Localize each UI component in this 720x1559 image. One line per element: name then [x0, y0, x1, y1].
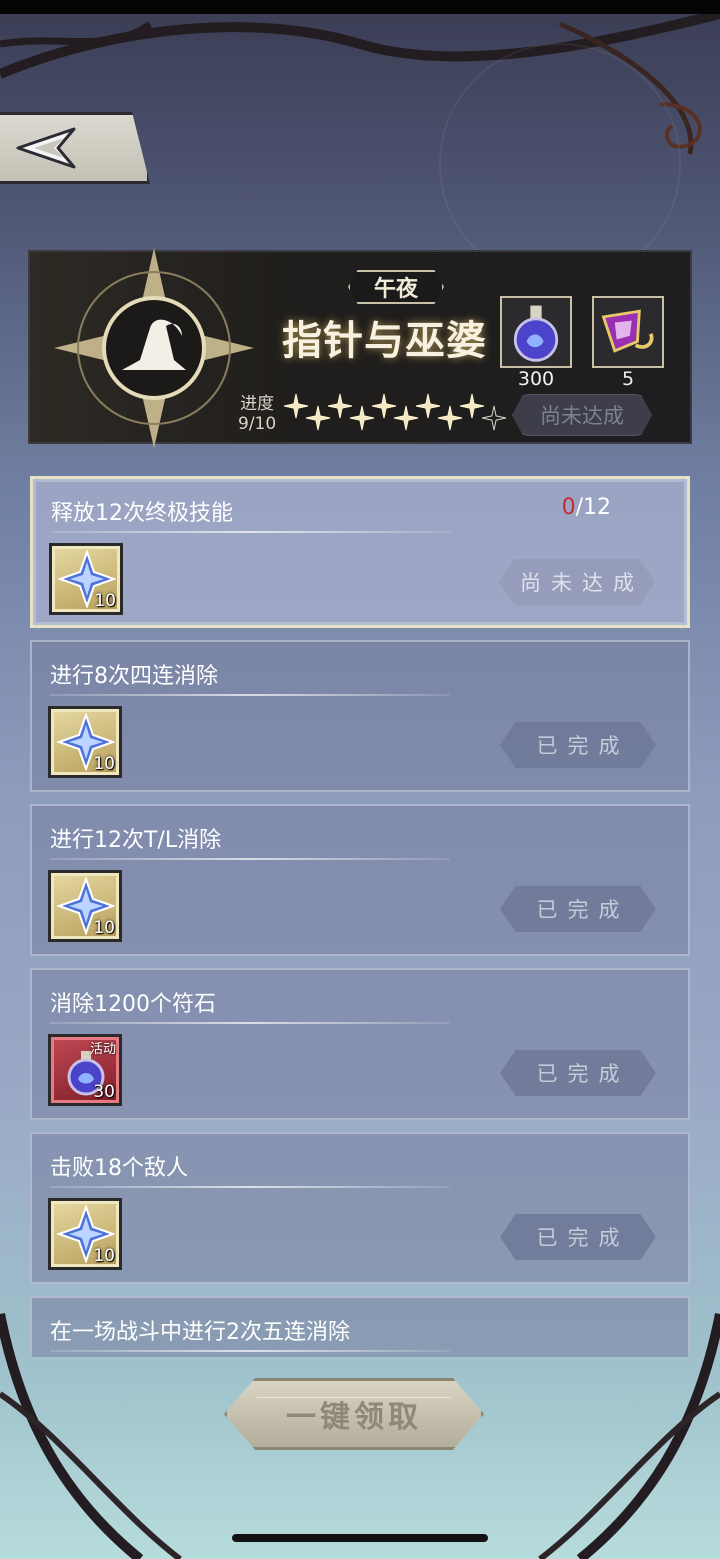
back-button[interactable] [0, 112, 150, 184]
event-banner: 午夜 指针与巫婆 300 5 进度 9/10 尚未达成 [28, 248, 692, 448]
quest-item: 释放12次终极技能 0/12 10 尚未达成 [30, 476, 690, 628]
reward-quantity: 30 [93, 1082, 115, 1102]
banner-reward-scroll[interactable] [592, 296, 664, 368]
star-filled-icon [437, 405, 463, 431]
quest-reward-item[interactable]: 10 [48, 1198, 122, 1270]
quest-status-button[interactable]: 已完成 [500, 1050, 656, 1096]
banner-reward-potion-count: 300 [517, 368, 555, 390]
quest-progress: 0/12 [562, 495, 611, 520]
claim-all-label: 一键领取 [286, 1400, 422, 1435]
star-filled-icon [349, 405, 375, 431]
button-ornament [257, 1397, 451, 1398]
quest-item: 进行8次四连消除 10 已完成 [30, 640, 690, 792]
quest-reward-item[interactable]: 10 [48, 706, 122, 778]
divider [50, 694, 450, 696]
quest-title: 击败18个敌人 [50, 1156, 188, 1181]
quest-status-button[interactable]: 已完成 [500, 886, 656, 932]
quest-list[interactable]: 释放12次终极技能 0/12 10 尚未达成 进行8次四连消除 10 已完成 进… [30, 472, 690, 1357]
quest-progress-total: /12 [575, 495, 611, 520]
quest-title: 消除1200个符石 [50, 992, 216, 1017]
quest-reward-item[interactable]: 10 [48, 870, 122, 942]
star-filled-icon [283, 393, 309, 419]
banner-subtitle: 午夜 [348, 270, 444, 304]
star-filled-icon [327, 393, 353, 419]
quest-progress-current: 0 [561, 495, 576, 520]
progress-label: 进度 9/10 [238, 394, 276, 434]
quest-item: 在一场战斗中进行2次五连消除 [30, 1296, 690, 1357]
divider [50, 1186, 450, 1188]
blue-potion-icon [513, 305, 559, 362]
purple-scroll-icon [601, 309, 654, 353]
quest-title: 进行12次T/L消除 [50, 828, 222, 853]
quest-item: 击败18个敌人 10 已完成 [30, 1132, 690, 1284]
quest-status-button[interactable]: 已完成 [500, 722, 656, 768]
star-filled-icon [459, 393, 485, 419]
banner-reward-scroll-count: 5 [621, 368, 635, 390]
home-indicator[interactable] [232, 1534, 488, 1542]
quest-title: 释放12次终极技能 [51, 501, 233, 526]
quest-status-button[interactable]: 尚未达成 [499, 559, 655, 605]
reward-tag: 活动 [89, 1042, 116, 1057]
banner-title: 指针与巫婆 [282, 317, 487, 364]
quest-item: 进行12次T/L消除 10 已完成 [30, 804, 690, 956]
witch-hat-emblem-icon [54, 248, 254, 448]
progress-value: 9/10 [238, 414, 277, 434]
quest-reward-item[interactable]: 10 [49, 543, 123, 615]
star-filled-icon [371, 393, 397, 419]
quest-item: 消除1200个符石 活动 30 已完成 [30, 968, 690, 1120]
quest-title: 在一场战斗中进行2次五连消除 [50, 1320, 350, 1345]
star-filled-icon [393, 405, 419, 431]
divider [50, 1350, 450, 1352]
reward-quantity: 10 [94, 591, 116, 611]
star-empty-icon [481, 405, 507, 431]
quest-reward-item[interactable]: 活动 30 [48, 1034, 122, 1106]
divider [50, 1022, 450, 1024]
banner-reward-potion[interactable] [500, 296, 572, 368]
divider [50, 858, 450, 860]
banner-status-button[interactable]: 尚未达成 [512, 394, 652, 436]
divider [51, 531, 451, 533]
quest-title: 进行8次四连消除 [50, 664, 218, 689]
progress-stars [283, 393, 507, 431]
quest-status-button[interactable]: 已完成 [500, 1214, 656, 1260]
star-filled-icon [305, 405, 331, 431]
progress-label-text: 进度 [240, 394, 275, 414]
star-filled-icon [415, 393, 441, 419]
claim-all-button[interactable]: 一键领取 [224, 1378, 484, 1450]
reward-quantity: 10 [93, 1246, 115, 1266]
reward-quantity: 10 [93, 754, 115, 774]
reward-quantity: 10 [93, 918, 115, 938]
status-bar [0, 0, 720, 14]
back-arrow-icon [16, 127, 76, 169]
